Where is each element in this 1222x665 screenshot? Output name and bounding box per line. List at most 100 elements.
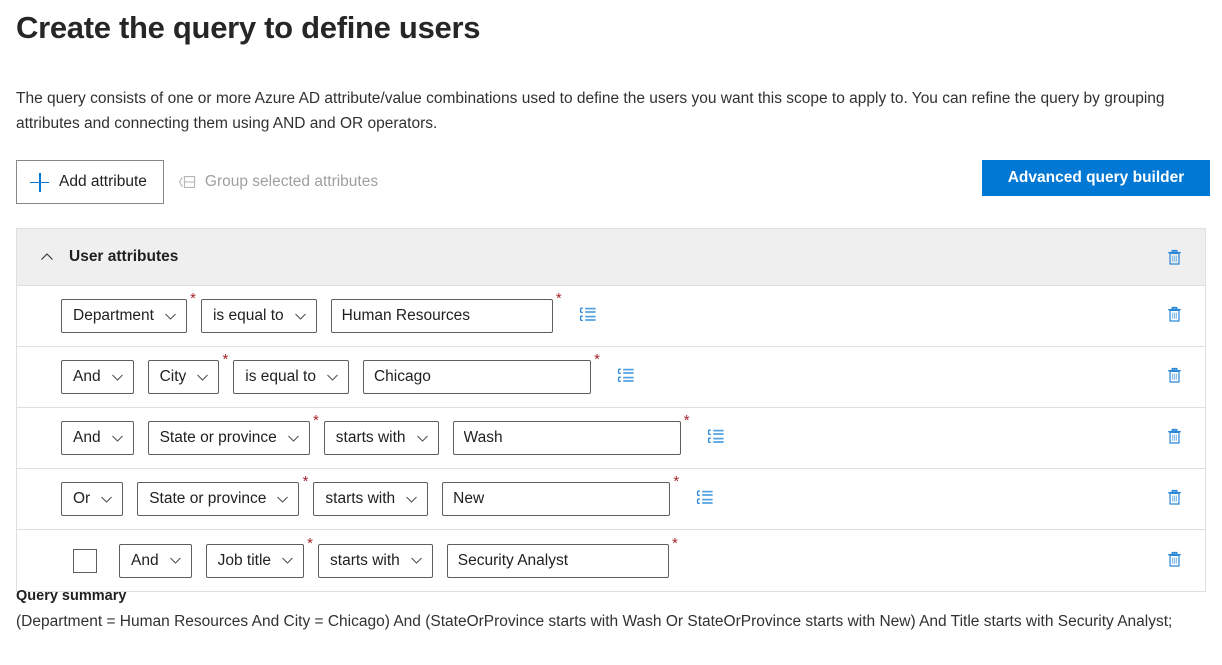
query-summary: Query summary (Department = Human Resour…	[16, 588, 1206, 634]
value-input[interactable]	[442, 482, 671, 516]
attribute-rows: Department * is equal to * And City * is equal …	[17, 286, 1205, 591]
delete-row-button[interactable]	[1157, 544, 1191, 578]
advanced-query-builder-label: Advanced query builder	[1007, 169, 1185, 186]
operator-dropdown-wrap: starts with	[318, 543, 433, 578]
select-values-button[interactable]	[703, 425, 729, 451]
connector-dropdown-wrap: And	[61, 360, 134, 394]
chevron-down-icon	[100, 493, 113, 506]
delete-group-button[interactable]	[1157, 240, 1191, 274]
select-values-button[interactable]	[613, 364, 639, 390]
value-field-wrap: *	[362, 352, 600, 394]
connector-value: And	[73, 368, 101, 385]
attribute-row-fields: Department * is equal to *	[17, 291, 1157, 333]
chevron-down-icon	[287, 432, 300, 445]
value-input[interactable]	[446, 543, 669, 578]
connector-dropdown-wrap: And	[61, 421, 134, 455]
attribute-row-fields: And State or province * starts with *	[17, 413, 1157, 455]
value-input[interactable]	[362, 360, 591, 394]
connector-dropdown[interactable]: And	[119, 543, 192, 578]
value-field-wrap: *	[442, 474, 679, 516]
required-asterisk: *	[683, 412, 690, 429]
row-select-checkbox[interactable]	[73, 548, 97, 573]
trash-icon	[1165, 427, 1184, 449]
advanced-query-builder-button[interactable]: Advanced query builder	[982, 160, 1210, 196]
user-attributes-table: User attributes Department*is equal to*A…	[16, 228, 1206, 592]
attribute-dropdown[interactable]: State or province	[147, 421, 310, 455]
query-summary-title: Query summary	[16, 588, 127, 604]
attribute-row: And Job title * starts with *	[17, 530, 1205, 591]
connector-dropdown[interactable]: And	[61, 421, 134, 455]
trash-icon	[1167, 249, 1181, 265]
delete-row-button[interactable]	[1157, 299, 1191, 333]
list-icon	[616, 366, 636, 389]
attribute-dropdown[interactable]: Job title	[205, 543, 305, 578]
attribute-value: City	[159, 368, 187, 385]
required-asterisk: *	[302, 473, 309, 490]
attribute-row-fields: Or State or province * starts with *	[17, 474, 1157, 516]
required-asterisk: *	[555, 290, 562, 307]
select-values-button[interactable]	[692, 486, 718, 512]
page-title: Create the query to define users	[16, 10, 481, 45]
operator-dropdown[interactable]: is equal to	[233, 360, 349, 394]
chevron-down-icon	[326, 371, 339, 384]
chevron-down-icon	[405, 493, 418, 506]
list-icon	[695, 488, 715, 511]
chevron-down-icon	[169, 554, 182, 567]
trash-icon	[1165, 305, 1184, 327]
attribute-row: And City * is equal to *	[17, 347, 1205, 408]
chevron-down-icon	[281, 554, 294, 567]
attribute-row: And State or province * starts with *	[17, 408, 1205, 469]
attribute-value: State or province	[159, 429, 277, 446]
chevron-down-icon	[410, 554, 423, 567]
attribute-dropdown-wrap: State or province *	[137, 474, 308, 516]
operator-value: starts with	[335, 429, 406, 446]
delete-row-button[interactable]	[1157, 360, 1191, 394]
operator-value: starts with	[325, 490, 396, 507]
required-asterisk: *	[190, 290, 196, 307]
delete-row-button[interactable]	[1157, 482, 1191, 516]
select-values-button[interactable]	[575, 303, 601, 329]
required-asterisk: *	[594, 351, 600, 368]
operator-dropdown-wrap: starts with	[313, 482, 429, 516]
attribute-dropdown[interactable]: Department	[61, 299, 187, 333]
operator-dropdown[interactable]: is equal to	[200, 299, 317, 333]
required-asterisk: *	[671, 534, 678, 552]
list-icon	[706, 427, 726, 450]
group-attributes-icon	[178, 173, 196, 191]
add-attribute-label: Add attribute	[59, 173, 147, 190]
value-field-wrap: *	[452, 413, 690, 455]
group-selected-attributes-button[interactable]: Group selected attributes	[164, 160, 390, 204]
operator-value: starts with	[330, 551, 400, 569]
attribute-dropdown-wrap: City *	[147, 352, 228, 394]
operator-dropdown[interactable]: starts with	[318, 543, 433, 578]
connector-dropdown[interactable]: Or	[61, 482, 124, 516]
add-attribute-button[interactable]: Add attribute	[16, 160, 164, 204]
query-summary-text: (Department = Human Resources And City =…	[16, 613, 1173, 630]
attribute-row-fields: And City * is equal to *	[17, 352, 1157, 394]
attribute-row-fields: And Job title * starts with *	[17, 536, 1157, 578]
attribute-dropdown-wrap: Job title *	[205, 536, 313, 578]
value-field-wrap: *	[330, 291, 562, 333]
chevron-up-icon[interactable]	[39, 249, 55, 265]
required-asterisk: *	[673, 473, 680, 490]
attribute-dropdown[interactable]: State or province	[137, 482, 300, 516]
chevron-down-icon	[111, 432, 124, 445]
operator-dropdown-wrap: is equal to	[233, 360, 349, 394]
attribute-dropdown[interactable]: City	[147, 360, 220, 394]
operator-dropdown[interactable]: starts with	[323, 421, 439, 455]
delete-row-button[interactable]	[1157, 421, 1191, 455]
operator-dropdown-wrap: is equal to	[200, 299, 317, 333]
operator-value: is equal to	[245, 368, 316, 385]
attribute-row: Or State or province * starts with *	[17, 469, 1205, 530]
query-builder-page: Create the query to define users The que…	[0, 0, 1222, 665]
connector-value: Or	[73, 490, 91, 507]
group-selected-attributes-label: Group selected attributes	[204, 173, 379, 190]
required-asterisk: *	[222, 351, 229, 368]
chevron-down-icon	[294, 310, 307, 323]
value-input[interactable]	[452, 421, 681, 455]
group-header[interactable]: User attributes	[17, 229, 1205, 286]
chevron-down-icon	[196, 371, 209, 384]
value-input[interactable]	[330, 299, 553, 333]
operator-dropdown[interactable]: starts with	[313, 482, 429, 516]
connector-dropdown[interactable]: And	[61, 360, 134, 394]
